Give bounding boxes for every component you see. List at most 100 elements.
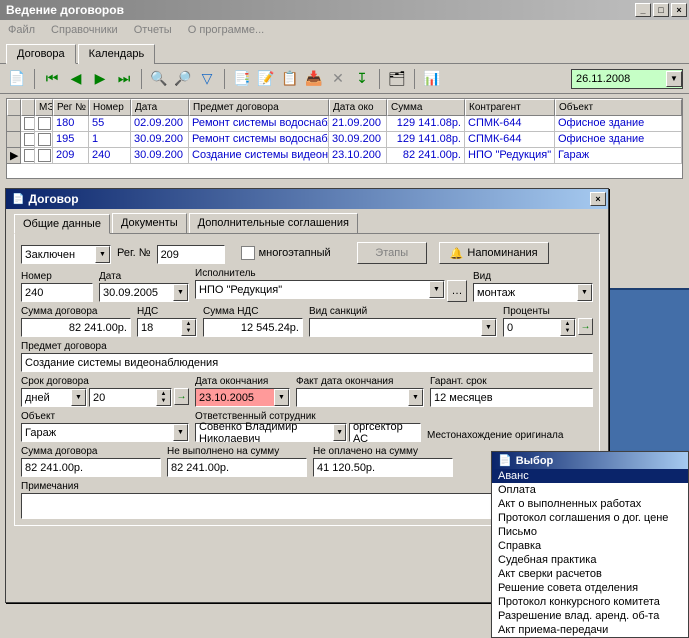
- chevron-down-icon[interactable]: ▼: [666, 71, 682, 87]
- chevron-down-icon[interactable]: ▼: [577, 284, 592, 301]
- menu-about[interactable]: О программе...: [184, 22, 268, 38]
- row-check[interactable]: [21, 132, 35, 148]
- fact-end-combo[interactable]: ▼: [296, 388, 424, 407]
- not-done-input[interactable]: 82 241.00р.: [167, 458, 307, 477]
- term-unit-combo[interactable]: дней▼: [21, 388, 87, 407]
- close-button[interactable]: ×: [671, 3, 687, 17]
- popup-item[interactable]: Письмо: [492, 525, 688, 539]
- col-date[interactable]: Дата: [131, 99, 189, 116]
- vat-input[interactable]: 18 ▲▼: [137, 318, 197, 337]
- kind-combo[interactable]: монтаж▼: [473, 283, 593, 302]
- popup-item[interactable]: Справка: [492, 539, 688, 553]
- popup-item[interactable]: Акт о выполненных работах: [492, 497, 688, 511]
- delete-icon[interactable]: ✕: [327, 68, 349, 90]
- popup-item[interactable]: Разрешение влад. аренд. об-та: [492, 609, 688, 623]
- popup-item[interactable]: Акт приема-передачи: [492, 623, 688, 637]
- col-sum[interactable]: Сумма: [387, 99, 465, 116]
- export-icon[interactable]: 📊: [421, 68, 443, 90]
- tab-general[interactable]: Общие данные: [14, 214, 110, 234]
- sum2-input[interactable]: 82 241.00р.: [21, 458, 161, 477]
- nav-last-icon[interactable]: ⏭: [113, 68, 135, 90]
- col-indicator[interactable]: [7, 99, 21, 116]
- popup-item[interactable]: Протокол конкурсного комитета: [492, 595, 688, 609]
- edit-icon[interactable]: 📝: [255, 68, 277, 90]
- vat-spin[interactable]: ▲▼: [181, 319, 196, 336]
- menu-file[interactable]: Файл: [4, 22, 39, 38]
- status-combo[interactable]: Заключен ▼: [21, 245, 111, 264]
- chevron-down-icon[interactable]: ▼: [95, 246, 110, 263]
- date-filter-combo[interactable]: 26.11.2008 ▼: [571, 69, 683, 89]
- popup-item[interactable]: Протокол соглашения о дог. цене: [492, 511, 688, 525]
- term-apply-button[interactable]: →: [174, 388, 189, 405]
- popup-item[interactable]: Акт сверки расчетов: [492, 567, 688, 581]
- menu-rep[interactable]: Отчеты: [130, 22, 176, 38]
- tab-addenda[interactable]: Дополнительные соглашения: [189, 213, 358, 233]
- term-spin[interactable]: ▲▼: [156, 389, 171, 406]
- percent-apply-button[interactable]: →: [578, 318, 593, 335]
- stages-button[interactable]: Этапы: [357, 242, 427, 264]
- chevron-down-icon[interactable]: ▼: [481, 319, 496, 336]
- chevron-down-icon[interactable]: ▼: [333, 424, 346, 441]
- tab-calendar[interactable]: Календарь: [78, 44, 156, 64]
- add-icon[interactable]: 📑: [231, 68, 253, 90]
- sort-icon[interactable]: ↧: [351, 68, 373, 90]
- not-paid-input[interactable]: 41 120.50р.: [313, 458, 453, 477]
- end-date-combo[interactable]: 23.10.2005▼: [195, 388, 290, 407]
- popup-item[interactable]: Оплата: [492, 483, 688, 497]
- tab-contracts[interactable]: Договора: [6, 44, 76, 64]
- chevron-down-icon[interactable]: ▼: [408, 389, 423, 406]
- table-row[interactable]: 195130.09.200Ремонт системы водоснабж30.…: [7, 132, 682, 148]
- refresh-icon[interactable]: 🗂: [386, 68, 408, 90]
- multistage-checkbox[interactable]: многоэтапный: [241, 246, 331, 260]
- chevron-down-icon[interactable]: ▼: [71, 389, 86, 406]
- reminders-button[interactable]: 🔔 Напоминания: [439, 242, 549, 264]
- col-reg[interactable]: Рег №: [53, 99, 89, 116]
- nav-prev-icon[interactable]: ◀: [65, 68, 87, 90]
- nav-first-icon[interactable]: ⏮: [41, 68, 63, 90]
- vat-sum-input[interactable]: 12 545.24р.: [203, 318, 303, 337]
- table-row[interactable]: ▶20924030.09.200Создание системы видеона…: [7, 148, 682, 164]
- popup-item[interactable]: Решение совета отделения: [492, 581, 688, 595]
- nav-next-icon[interactable]: ▶: [89, 68, 111, 90]
- zoom-reset-icon[interactable]: 🔎: [172, 68, 194, 90]
- sum-input[interactable]: 82 241.00р.: [21, 318, 131, 337]
- menu-ref[interactable]: Справочники: [47, 22, 122, 38]
- popup-item[interactable]: Аванс: [492, 469, 688, 483]
- new-doc-icon[interactable]: 📄: [6, 68, 28, 90]
- object-combo[interactable]: Гараж▼: [21, 423, 189, 442]
- col-num[interactable]: Номер: [89, 99, 131, 116]
- warranty-input[interactable]: 12 месяцев: [430, 388, 593, 407]
- row-check[interactable]: [35, 132, 53, 148]
- table-row[interactable]: 1805502.09.200Ремонт системы водоснабж21…: [7, 116, 682, 132]
- chevron-down-icon[interactable]: ▼: [173, 284, 188, 301]
- popup-item[interactable]: Судебная практика: [492, 553, 688, 567]
- col-agent[interactable]: Контрагент: [465, 99, 555, 116]
- col-obj[interactable]: Объект: [555, 99, 682, 116]
- row-check[interactable]: [35, 116, 53, 132]
- filter-icon[interactable]: ▽: [196, 68, 218, 90]
- percent-spin[interactable]: ▲▼: [560, 319, 575, 336]
- executor-combo[interactable]: НПО "Редукция"▼: [195, 280, 445, 299]
- col-me[interactable]: МЭ: [35, 99, 53, 116]
- subject-input[interactable]: Создание системы видеонаблюдения: [21, 353, 593, 372]
- number-input[interactable]: 240: [21, 283, 93, 302]
- col-check1[interactable]: [21, 99, 35, 116]
- save-icon[interactable]: 📥: [303, 68, 325, 90]
- tab-documents[interactable]: Документы: [112, 213, 187, 233]
- term-val-input[interactable]: 20 ▲▼: [89, 388, 172, 407]
- orgsector-combo[interactable]: оргсектор АС: [349, 423, 421, 442]
- chevron-down-icon[interactable]: ▼: [429, 281, 444, 298]
- row-check[interactable]: [21, 116, 35, 132]
- dialog-close-button[interactable]: ×: [590, 192, 606, 206]
- copy-icon[interactable]: 📋: [279, 68, 301, 90]
- maximize-button[interactable]: □: [653, 3, 669, 17]
- row-check[interactable]: [35, 148, 53, 164]
- chevron-down-icon[interactable]: ▼: [173, 424, 188, 441]
- minimize-button[interactable]: _: [635, 3, 651, 17]
- zoom-in-icon[interactable]: 🔍: [148, 68, 170, 90]
- reg-no-input[interactable]: 209: [157, 245, 225, 264]
- executor-lookup-button[interactable]: …: [447, 280, 467, 302]
- col-end[interactable]: Дата око: [329, 99, 387, 116]
- sanction-combo[interactable]: ▼: [309, 318, 497, 337]
- responsible-combo[interactable]: Совенко Владимир Николаевич▼: [195, 423, 347, 442]
